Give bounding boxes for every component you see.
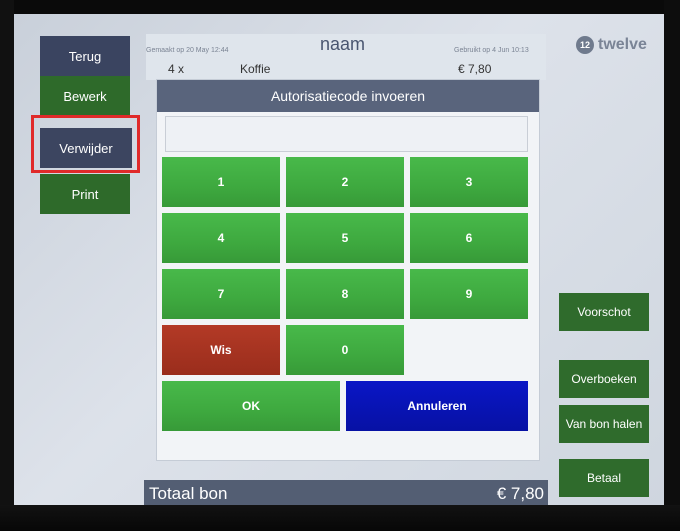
key-6[interactable]: 6 [410, 213, 528, 263]
created-date: Gemaakt op 20 May 12:44 [146, 47, 229, 54]
key-4[interactable]: 4 [162, 213, 280, 263]
voorschot-button[interactable]: Voorschot [559, 293, 649, 331]
total-label: Totaal bon [149, 484, 228, 503]
receipt-name: naam [320, 34, 366, 54]
verwijder-highlight-box [31, 115, 140, 173]
monitor-bezel-bottom [0, 505, 680, 531]
total-bar: Totaal bon € 7,80 [144, 480, 548, 505]
brand-logo: 12 twelve [576, 36, 647, 54]
key-7[interactable]: 7 [162, 269, 280, 319]
monitor-bezel-right [664, 0, 680, 531]
key-0[interactable]: 0 [286, 325, 404, 375]
monitor-bezel-left [0, 0, 14, 531]
ok-button[interactable]: OK [162, 381, 340, 431]
total-value: € 7,80 [496, 484, 544, 503]
authorization-dialog: Autorisatiecode invoeren 1 2 3 4 5 6 7 8… [157, 80, 539, 460]
betaal-button[interactable]: Betaal [559, 459, 649, 497]
line-item: Koffie [240, 62, 271, 76]
line-price: € 7,80 [458, 62, 492, 76]
key-5[interactable]: 5 [286, 213, 404, 263]
monitor-bezel-top [0, 0, 680, 14]
authorization-code-input[interactable] [165, 116, 528, 152]
annuleren-button[interactable]: Annuleren [346, 381, 528, 431]
overboeken-button[interactable]: Overboeken [559, 360, 649, 398]
van-bon-halen-button[interactable]: Van bon halen [559, 405, 649, 443]
used-date: Gebruikt op 4 Jun 10:13 [454, 47, 529, 54]
key-8[interactable]: 8 [286, 269, 404, 319]
line-quantity: 4 x [168, 62, 185, 76]
key-1[interactable]: 1 [162, 157, 280, 207]
print-button[interactable]: Print [40, 174, 130, 214]
logo-text: twelve [598, 36, 647, 53]
terug-button[interactable]: Terug [40, 36, 130, 76]
key-3[interactable]: 3 [410, 157, 528, 207]
bewerk-button[interactable]: Bewerk [40, 76, 130, 116]
pos-screen: Terug Bewerk Verwijder Print naam Gemaak… [14, 14, 664, 505]
wis-button[interactable]: Wis [162, 325, 280, 375]
logo-icon: 12 [576, 36, 594, 54]
key-2[interactable]: 2 [286, 157, 404, 207]
dialog-title: Autorisatiecode invoeren [157, 80, 539, 112]
key-9[interactable]: 9 [410, 269, 528, 319]
